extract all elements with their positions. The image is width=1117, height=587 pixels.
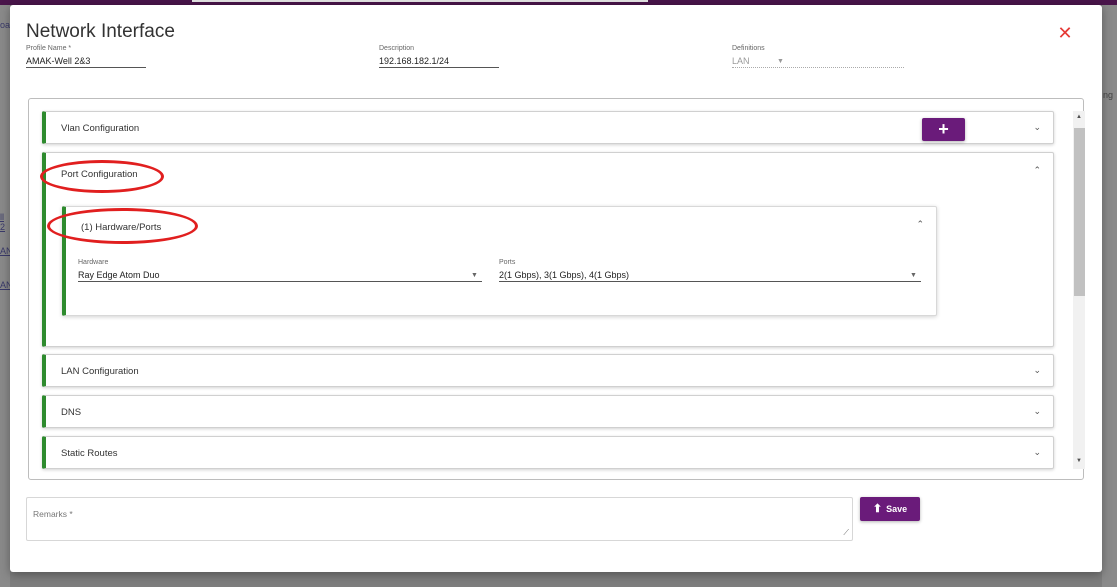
network-interface-modal: Network Interface ✕ Profile Name * AMAK-… bbox=[10, 5, 1102, 572]
scrollbar-thumb[interactable] bbox=[1074, 128, 1085, 296]
upload-icon: ⬆ bbox=[872, 503, 883, 515]
chevron-down-icon: ▼ bbox=[910, 272, 917, 279]
profile-name-label: Profile Name * bbox=[26, 45, 72, 52]
remarks-label: Remarks * bbox=[33, 509, 73, 519]
definitions-select[interactable]: Definitions LAN ▼ bbox=[732, 45, 904, 68]
chevron-down-icon[interactable]: ⌄ bbox=[1033, 447, 1041, 458]
background-text: oa bbox=[0, 20, 11, 30]
background-app-tab-strip bbox=[192, 0, 648, 2]
chevron-down-icon: ▼ bbox=[471, 272, 478, 279]
background-text: ng bbox=[1103, 90, 1114, 100]
chevron-up-icon[interactable]: ⌃ bbox=[1033, 165, 1041, 176]
section-vlan-configuration[interactable]: Vlan Configuration ⌄ bbox=[42, 111, 1054, 144]
background-link: ll 2 bbox=[0, 212, 6, 232]
section-static-routes[interactable]: Static Routes ⌄ bbox=[42, 436, 1054, 469]
section-dns[interactable]: DNS ⌄ bbox=[42, 395, 1054, 428]
hardware-ports-card: (1) Hardware/Ports ⌃ Hardware Ray Edge A… bbox=[62, 206, 937, 316]
definitions-label: Definitions bbox=[732, 45, 765, 52]
section-lan-configuration[interactable]: LAN Configuration ⌄ bbox=[42, 354, 1054, 387]
section-title: Vlan Configuration bbox=[61, 123, 140, 134]
definitions-value[interactable]: LAN bbox=[732, 54, 904, 68]
accordion-scrollbar[interactable]: ▲ ▼ bbox=[1073, 111, 1085, 469]
configuration-accordion: Vlan Configuration ⌄ Port Configuration … bbox=[28, 98, 1085, 480]
profile-name-field[interactable]: Profile Name * AMAK-Well 2&3 bbox=[26, 45, 146, 68]
hardware-value[interactable]: Ray Edge Atom Duo bbox=[78, 268, 482, 282]
description-label: Description bbox=[379, 45, 415, 52]
save-button[interactable]: ⬆ Save bbox=[860, 497, 920, 521]
close-icon[interactable]: ✕ bbox=[1056, 24, 1074, 43]
ports-value[interactable]: 2(1 Gbps), 3(1 Gbps), 4(1 Gbps) bbox=[499, 268, 921, 282]
section-title: LAN Configuration bbox=[61, 366, 139, 377]
resize-handle-icon[interactable]: ⟋ bbox=[843, 528, 849, 538]
description-field[interactable]: Description 192.168.182.1/24 bbox=[379, 45, 499, 68]
chevron-down-icon: ▼ bbox=[777, 58, 784, 65]
background-left-strip: oa ll 2 AN AN bbox=[0, 5, 13, 587]
section-port-configuration[interactable]: Port Configuration ⌃ (1) Hardware/Ports … bbox=[42, 152, 1054, 347]
ports-select[interactable]: Ports 2(1 Gbps), 3(1 Gbps), 4(1 Gbps) ▼ bbox=[499, 259, 921, 282]
modal-title: Network Interface bbox=[26, 21, 175, 42]
section-title: Static Routes bbox=[61, 448, 118, 459]
background-right-strip: ng bbox=[1102, 5, 1117, 587]
hardware-label: Hardware bbox=[78, 259, 109, 266]
hardware-select[interactable]: Hardware Ray Edge Atom Duo ▼ bbox=[78, 259, 482, 282]
section-title: Port Configuration bbox=[61, 169, 138, 180]
remarks-textarea[interactable]: Remarks * ⟋ bbox=[26, 497, 853, 541]
save-button-label: Save bbox=[886, 504, 908, 514]
scroll-up-icon[interactable]: ▲ bbox=[1076, 114, 1082, 120]
chevron-down-icon[interactable]: ⌄ bbox=[1033, 122, 1041, 133]
description-input[interactable]: 192.168.182.1/24 bbox=[379, 54, 499, 68]
scroll-down-icon[interactable]: ▼ bbox=[1076, 458, 1082, 464]
chevron-up-icon[interactable]: ⌃ bbox=[916, 219, 924, 230]
profile-name-input[interactable]: AMAK-Well 2&3 bbox=[26, 54, 146, 68]
chevron-down-icon[interactable]: ⌄ bbox=[1033, 365, 1041, 376]
hardware-ports-title: (1) Hardware/Ports bbox=[81, 222, 162, 233]
section-title: DNS bbox=[61, 407, 82, 418]
ports-label: Ports bbox=[499, 259, 516, 266]
add-hardware-ports-button[interactable]: + bbox=[922, 118, 965, 141]
chevron-down-icon[interactable]: ⌄ bbox=[1033, 406, 1041, 417]
